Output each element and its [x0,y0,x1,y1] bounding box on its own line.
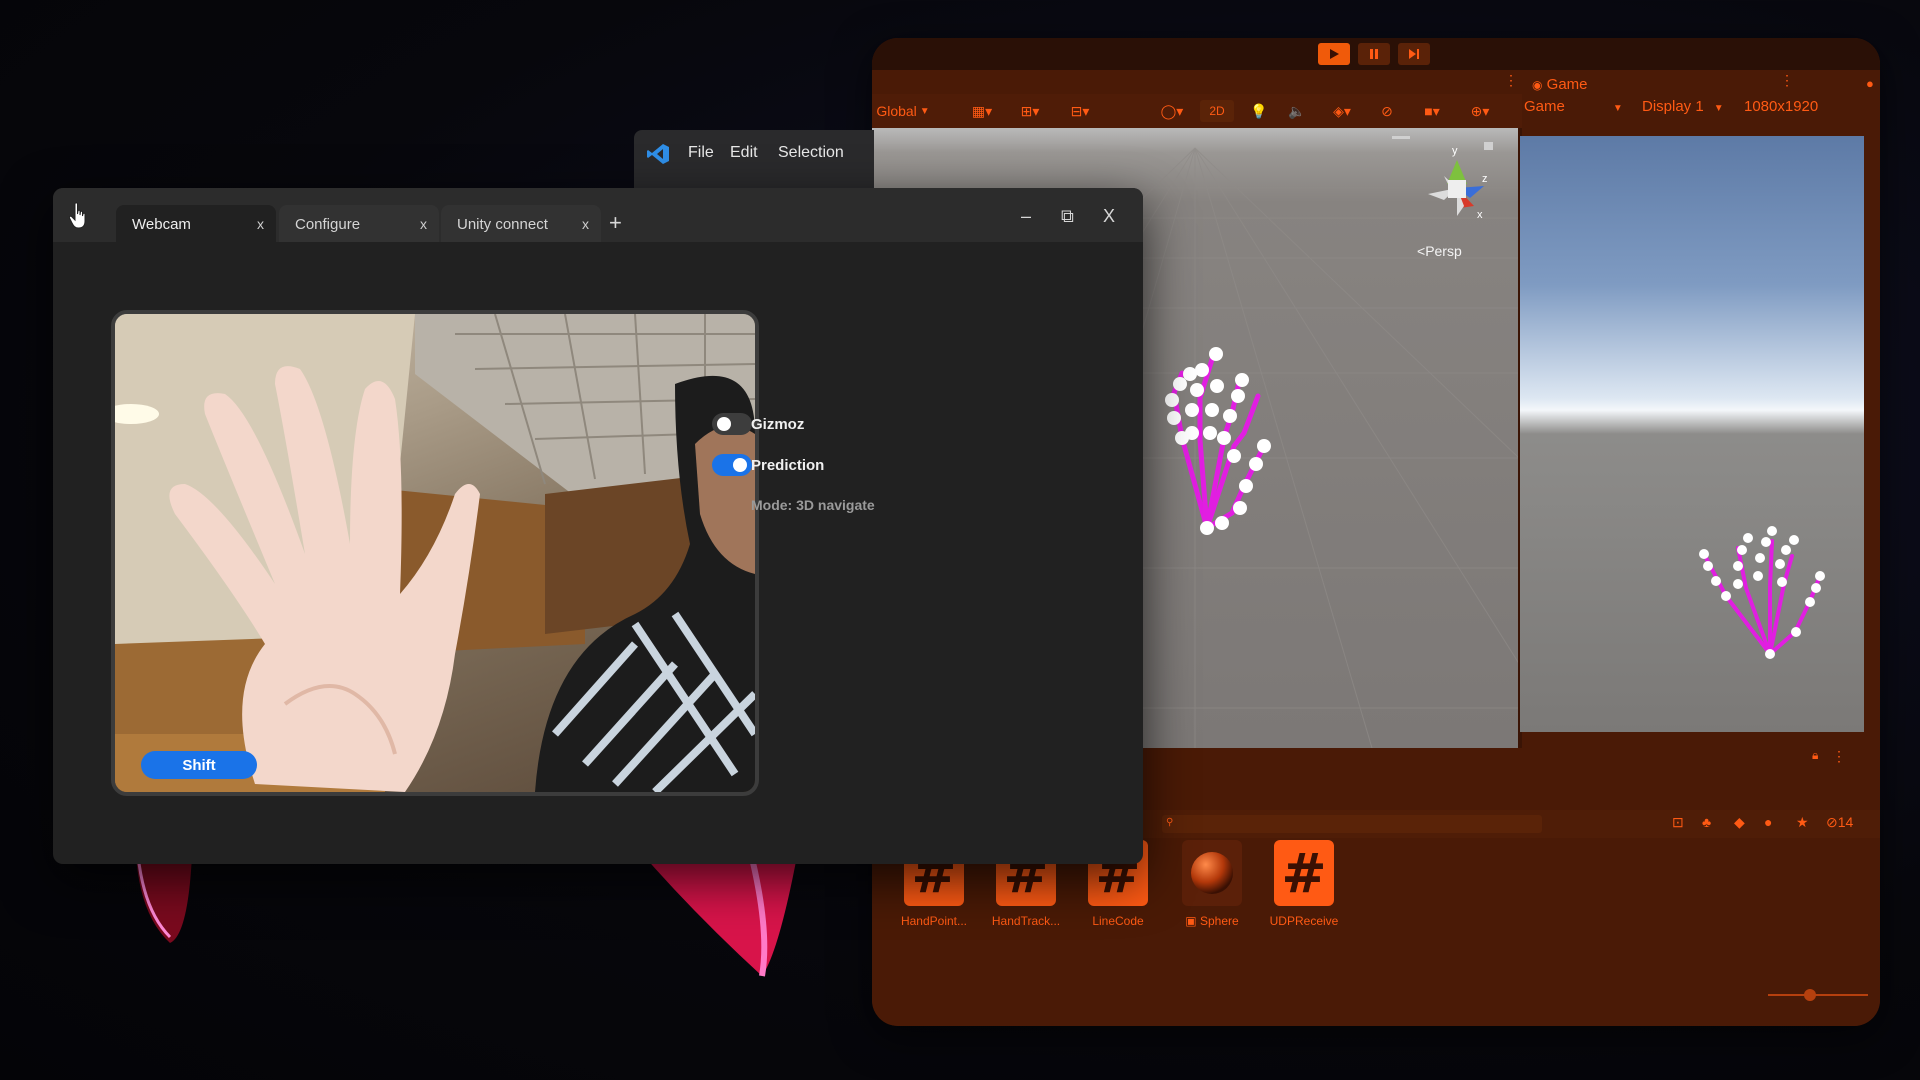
eye-off-icon: ⊘ [1381,102,1393,119]
sphere-icon [1182,840,1242,906]
step-icon [1409,49,1419,59]
close-button[interactable]: X [1103,206,1115,227]
prediction-label: Prediction [751,457,825,474]
filter-by-type-icon[interactable]: ⊡ [1672,814,1684,831]
eye-off-icon: ⊘ [1826,814,1838,830]
add-tab-button[interactable]: + [609,210,622,236]
play-icon [1330,49,1339,59]
shading-icon: ◯▾ [1160,102,1184,119]
game-view[interactable] [1520,136,1864,732]
mode-status: Mode: 3D navigate [751,497,875,513]
prediction-toggle[interactable] [712,454,752,476]
info-icon[interactable]: ● [1866,76,1874,91]
menu-selection[interactable]: Selection [778,144,844,162]
snap-button[interactable]: ⊞▾ [1010,100,1050,122]
2d-toggle[interactable]: 2D [1200,100,1234,122]
game-view-header: ◉ Game ⋮ Game ▼ Display 1 ▼ 1080x1920 [1524,70,1880,126]
pause-icon [1370,49,1378,59]
scene-toolbar: Global ▼ ▦▾ ⊞▾ ⊟▾ ◯▾ 2D 💡 🔈 ◈▾ ⊘ ■▾ ⊕▾ [872,94,1522,128]
menu-file[interactable]: File [688,144,714,162]
close-icon[interactable]: x [582,216,589,232]
star-icon[interactable]: ★ [1796,814,1809,831]
resolution-label[interactable]: 1080x1920 [1744,98,1818,115]
shading-button[interactable]: ◯▾ [1152,100,1192,122]
project-toolbar: ⚲ ⊡ ♣ ◆ ● ★ ⊘14 [1142,810,1880,838]
hidden-objects-button[interactable]: ⊘ [1372,100,1402,122]
gamepad-icon: ◉ [1532,78,1543,92]
tab-unity-connect[interactable]: Unity connect x [441,205,601,242]
increment-icon: ⊟▾ [1070,102,1090,119]
webcam-image [115,314,755,792]
asset-item[interactable]: # UDPReceive [1264,840,1344,928]
restore-button[interactable]: ⧉ [1061,206,1074,227]
grid-snap-button[interactable]: ▦▾ [962,100,1002,122]
svg-text:z: z [1482,173,1488,185]
game-more-icon[interactable]: ⋮ [1780,72,1794,89]
tab-webcam[interactable]: Webcam x [116,205,276,242]
zoom-slider[interactable] [1768,989,1868,1001]
pause-button[interactable] [1358,43,1390,65]
zoom-slider-handle[interactable] [1804,989,1816,1001]
close-icon[interactable]: x [257,216,264,232]
effects-button[interactable]: ◈▾ [1322,100,1362,122]
play-button[interactable] [1318,43,1350,65]
camera-button[interactable]: ■▾ [1412,100,1452,122]
app-titlebar: Webcam x Configure x Unity connect x + –… [53,188,1143,242]
close-icon[interactable]: x [420,216,427,232]
game-hand-skeleton [1699,526,1825,659]
camera-icon: ■▾ [1424,102,1440,119]
project-more-icon[interactable]: ⋮ [1832,748,1846,765]
menu-edit[interactable]: Edit [730,144,758,162]
speaker-icon: 🔈 [1288,102,1306,119]
svg-text:x: x [1477,209,1483,221]
gizmos-button[interactable]: ⊕▾ [1460,100,1500,122]
audio-button[interactable]: 🔈 [1282,100,1312,122]
gizmoz-toggle[interactable] [712,413,752,435]
script-icon: # [1274,840,1334,906]
lock-icon[interactable]: 🔒︎ [1812,748,1818,763]
grid-icon: ▦▾ [971,102,993,119]
project-search-input[interactable]: ⚲ [1162,815,1542,833]
hidden-count-badge[interactable]: ⊘14 [1826,814,1853,831]
game-tab[interactable]: ◉ Game [1532,76,1588,93]
lightbulb-icon: 💡 [1250,102,1268,119]
persp-label[interactable]: <Persp [1417,243,1462,259]
asset-item[interactable]: ▣ Sphere [1172,840,1252,928]
game-mode-dropdown[interactable]: Game ▼ [1524,98,1623,115]
webcam-feed[interactable]: Shift [111,310,759,796]
global-dropdown[interactable]: Global ▼ [872,100,934,122]
display-dropdown[interactable]: Display 1 ▼ [1642,98,1724,115]
shift-button[interactable]: Shift [141,751,257,779]
persp-arrow-icon: < [1417,243,1426,259]
layers-icon: ◈▾ [1333,102,1351,119]
hand-tracking-app-window: Webcam x Configure x Unity connect x + –… [53,188,1143,864]
minimize-button[interactable]: – [1021,206,1031,227]
lighting-button[interactable]: 💡 [1244,100,1274,122]
scene-more-icon[interactable]: ⋮ [1504,72,1518,89]
search-icon: ⚲ [1166,817,1174,828]
hand-pointer-icon[interactable] [67,202,91,230]
vscode-logo-icon [647,144,669,164]
gizmoz-label: Gizmoz [751,416,805,433]
vscode-window: File Edit Selection [634,130,874,188]
snap-icon: ⊞▾ [1020,102,1040,119]
decorative-blob-left [136,855,192,943]
increment-button[interactable]: ⊟▾ [1060,100,1100,122]
tab-configure[interactable]: Configure x [279,205,439,242]
cube-icon: ▣ [1185,914,1197,928]
unity-play-toolbar [872,38,1880,70]
filter-by-label-icon[interactable]: ♣ [1702,814,1711,830]
svg-text:y: y [1452,145,1458,157]
step-button[interactable] [1398,43,1430,65]
tag-icon[interactable]: ◆ [1734,814,1745,831]
warning-icon[interactable]: ● [1764,814,1772,830]
globe-icon: ⊕▾ [1470,102,1490,119]
